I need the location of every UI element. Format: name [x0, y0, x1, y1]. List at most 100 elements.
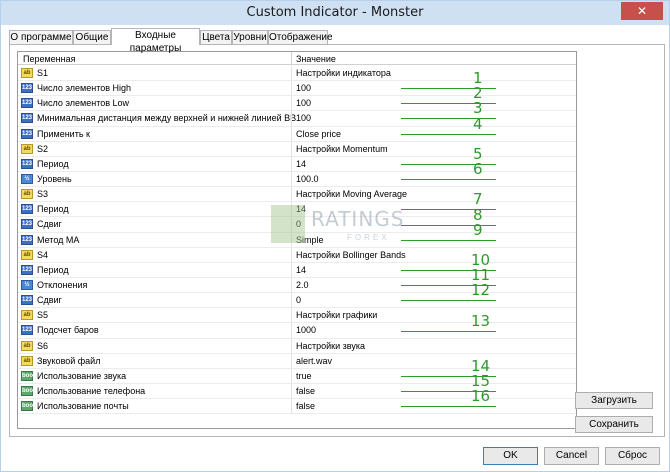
parameter-value[interactable]: Настройки звука: [296, 341, 365, 351]
annotation-underline: [401, 300, 496, 302]
reset-button[interactable]: Сброс: [605, 447, 660, 465]
cell-divider: [291, 141, 292, 156]
cell-divider: [291, 247, 292, 262]
parameter-value[interactable]: Настройки Bollinger Bands: [296, 250, 406, 260]
parameter-row[interactable]: ab S5 Настройки графики: [18, 308, 576, 324]
parameter-row[interactable]: ab S1 Настройки индикатора: [18, 66, 576, 82]
tab-panel-inputs: Переменная Значение ab S1 Настройки индика…: [9, 44, 665, 437]
cell-divider: [291, 217, 292, 232]
string-type-icon: ab: [21, 249, 33, 260]
cell-divider: [291, 293, 292, 308]
cell-divider: [291, 202, 292, 217]
parameter-value[interactable]: false: [296, 386, 315, 396]
cell-divider: [291, 277, 292, 293]
parameter-name: Сдвиг: [37, 295, 62, 306]
parameter-name: Применить к: [37, 128, 90, 139]
tab-general[interactable]: Общие: [73, 30, 111, 44]
string-type-icon: ab: [21, 189, 33, 200]
cancel-button[interactable]: Cancel: [544, 447, 599, 465]
parameter-value[interactable]: 100: [296, 83, 311, 93]
parameter-value[interactable]: 100: [296, 98, 311, 108]
cell-divider: [291, 81, 292, 96]
annotation-number: 6: [473, 160, 483, 179]
load-button[interactable]: Загрузить: [575, 392, 653, 409]
boolean-type-icon: bool: [21, 385, 35, 396]
double-type-icon: ½: [21, 279, 33, 290]
cell-divider: [291, 126, 292, 141]
parameter-value[interactable]: alert.wav: [296, 356, 332, 366]
string-type-icon: ab: [21, 310, 33, 321]
boolean-type-icon: bool: [21, 370, 35, 381]
parameter-name: Использование звука: [37, 370, 127, 381]
integer-type-icon: 123: [21, 295, 33, 306]
integer-type-icon: 123: [21, 98, 33, 109]
parameter-value[interactable]: 14: [296, 159, 306, 169]
parameter-value[interactable]: Настройки Moving Average: [296, 189, 407, 199]
integer-type-icon: 123: [21, 264, 33, 275]
annotation-number: 4: [473, 114, 483, 133]
tab-visualization[interactable]: Отображение: [268, 30, 333, 44]
parameter-value[interactable]: 100: [296, 113, 311, 123]
parameter-value[interactable]: 14: [296, 204, 306, 214]
parameter-value[interactable]: 100.0: [296, 174, 319, 184]
cell-divider: [291, 171, 292, 187]
parameter-value[interactable]: Настройки графики: [296, 310, 377, 320]
integer-type-icon: 123: [21, 158, 33, 169]
parameter-value[interactable]: 2.0: [296, 280, 309, 290]
parameter-value[interactable]: Настройки индикатора: [296, 68, 391, 78]
tab-colors[interactable]: Цвета: [200, 30, 232, 44]
integer-type-icon: 123: [21, 204, 33, 215]
annotation-number: 13: [471, 311, 491, 330]
tab-levels[interactable]: Уровни: [232, 30, 268, 44]
parameter-row[interactable]: ab Звуковой файл alert.wav: [18, 353, 576, 369]
integer-type-icon: 123: [21, 234, 33, 245]
parameter-value[interactable]: 0: [296, 295, 301, 305]
cell-divider: [291, 187, 292, 202]
parameter-name: Период: [37, 204, 69, 215]
parameter-value[interactable]: Настройки Momentum: [296, 144, 388, 154]
parameter-value[interactable]: 14: [296, 265, 306, 275]
parameter-name: Минимальная дистанция между верхней и ни…: [37, 113, 297, 124]
parameter-name: Период: [37, 158, 69, 169]
cell-divider: [291, 368, 292, 383]
parameter-value[interactable]: 0: [296, 219, 301, 229]
cell-divider: [291, 308, 292, 323]
cell-divider: [291, 383, 292, 399]
cell-divider: [291, 156, 292, 171]
column-divider[interactable]: [291, 52, 292, 65]
parameter-value[interactable]: Close price: [296, 129, 341, 139]
string-type-icon: ab: [21, 143, 33, 154]
integer-type-icon: 123: [21, 83, 33, 94]
cell-divider: [291, 338, 292, 353]
integer-type-icon: 123: [21, 325, 33, 336]
save-button[interactable]: Сохранить: [575, 416, 653, 433]
parameter-name: Отклонения: [37, 279, 88, 290]
dialog-window: Custom Indicator - Monster ✕ О программе…: [0, 0, 670, 472]
parameter-value[interactable]: true: [296, 371, 312, 381]
parameter-name: Звуковой файл: [37, 355, 101, 366]
parameter-name: Сдвиг: [37, 219, 62, 230]
annotation-underline: [401, 133, 496, 135]
parameter-row[interactable]: ab S6 Настройки звука: [18, 338, 576, 354]
title-bar[interactable]: Custom Indicator - Monster ✕: [1, 1, 669, 25]
ok-button[interactable]: OK: [483, 447, 538, 465]
parameter-value[interactable]: Simple: [296, 235, 324, 245]
parameter-row[interactable]: ab S4 Настройки Bollinger Bands: [18, 247, 576, 263]
tab-inputs[interactable]: Входные параметры: [111, 28, 200, 54]
tab-about[interactable]: О программе: [9, 30, 73, 44]
parameter-value[interactable]: false: [296, 401, 315, 411]
close-button[interactable]: ✕: [621, 2, 663, 20]
column-header-variable[interactable]: Переменная: [23, 53, 76, 65]
parameter-value[interactable]: 1000: [296, 325, 316, 335]
grid-header: Переменная Значение: [18, 52, 576, 65]
cell-divider: [291, 232, 292, 247]
parameter-row[interactable]: ab S2 Настройки Momentum: [18, 141, 576, 157]
column-header-value[interactable]: Значение: [296, 53, 336, 65]
boolean-type-icon: bool: [21, 401, 35, 412]
annotation-underline: [401, 330, 496, 332]
cell-divider: [291, 262, 292, 277]
parameter-name: S5: [37, 310, 49, 321]
parameter-name: Использование почты: [37, 401, 129, 412]
annotation-underline: [401, 239, 496, 241]
parameter-row[interactable]: ab S3 Настройки Moving Average: [18, 187, 576, 203]
